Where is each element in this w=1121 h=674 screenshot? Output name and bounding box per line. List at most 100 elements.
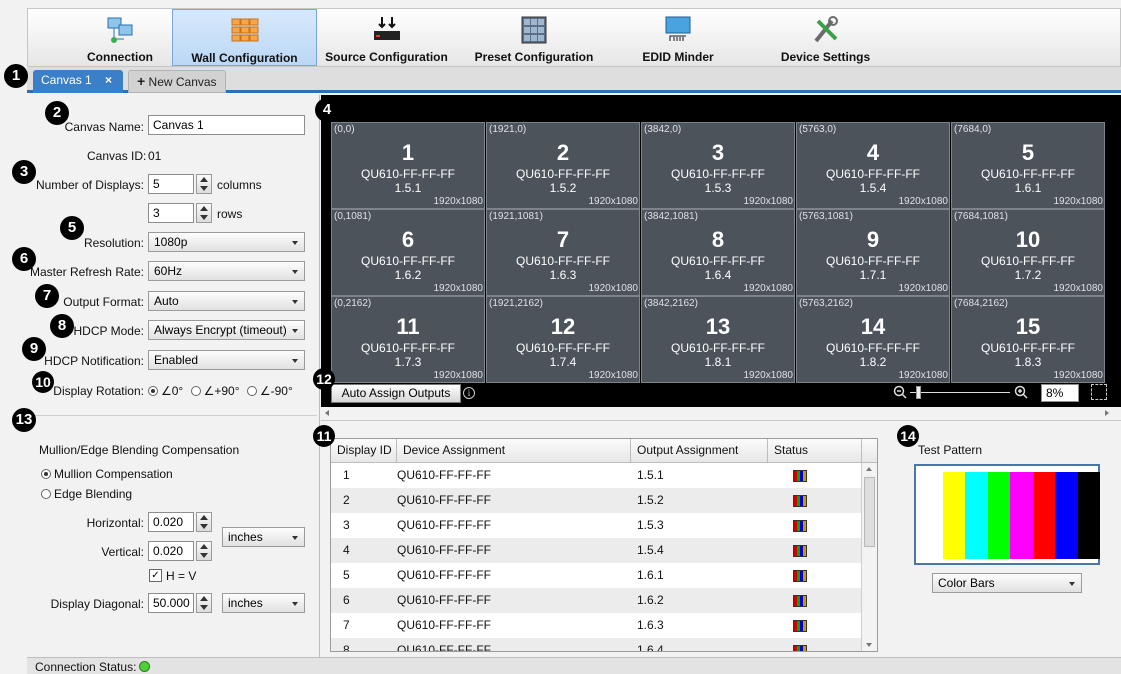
new-canvas-tab[interactable]: + New Canvas [128,70,226,93]
toolbar-wall-configuration-button[interactable]: Wall Configuration [172,9,317,66]
table-row[interactable]: 6 QU610-FF-FF-FF 1.6.2 [331,588,863,613]
table-row[interactable]: 1 QU610-FF-FF-FF 1.5.1 [331,463,863,488]
video-wall-canvas[interactable]: (0,0) 1 QU610-FF-FF-FF 1.5.1 1920x1080 (1921,… [321,95,1121,407]
display-diagonal-stepper[interactable] [196,593,212,613]
table-row[interactable]: 3 QU610-FF-FF-FF 1.5.3 [331,513,863,538]
zoom-level-input[interactable]: 8% [1041,384,1079,402]
display-diagonal-input[interactable]: 50.000 [148,593,194,613]
tile-coordinate: (5763,0) [799,124,837,135]
display-tile[interactable]: (1921,1081) 7 QU610-FF-FF-FF 1.6.3 1920x1080 [486,209,640,296]
color-bar [965,472,988,559]
scroll-down-icon[interactable] [866,643,872,647]
display-tile[interactable]: (3842,1081) 8 QU610-FF-FF-FF 1.6.4 1920x1080 [641,209,795,296]
close-icon[interactable]: × [105,73,112,87]
zoom-slider-thumb[interactable] [916,386,921,399]
table-row[interactable]: 7 QU610-FF-FF-FF 1.6.3 [331,613,863,638]
display-tile[interactable]: (7684,1081) 10 QU610-FF-FF-FF 1.7.2 1920x108… [951,209,1105,296]
zoom-in-icon[interactable] [1014,385,1028,399]
display-tile[interactable]: (1921,2162) 12 QU610-FF-FF-FF 1.7.4 1920x108… [486,296,640,383]
rows-input[interactable]: 3 [148,203,194,223]
toolbar-preset-configuration-button[interactable]: Preset Configuration [464,9,604,66]
display-tile[interactable]: (5763,2162) 14 QU610-FF-FF-FF 1.8.2 1920x108… [796,296,950,383]
scroll-right-icon[interactable] [1105,410,1109,416]
display-tile[interactable]: (1921,0) 2 QU610-FF-FF-FF 1.5.2 1920x1080 [486,122,640,209]
hdcp-notification-select[interactable]: Enabled [148,350,305,370]
toolbar-device-settings-button[interactable]: Device Settings [768,9,883,66]
tile-resolution: 1920x1080 [588,283,639,294]
display-tile[interactable]: (3842,2162) 13 QU610-FF-FF-FF 1.8.1 1920x108… [641,296,795,383]
canvas-settings-panel: Canvas Name: Canvas 1 Canvas ID: 01 Numb… [27,95,320,657]
tile-output: 1.7.1 [859,268,887,282]
scroll-thumb[interactable] [864,477,875,547]
output-format-select[interactable]: Auto [148,291,305,311]
display-tile[interactable]: (0,1081) 6 QU610-FF-FF-FF 1.6.2 1920x1080 [331,209,485,296]
horizontal-input[interactable]: 0.020 [148,512,194,532]
auto-assign-outputs-button[interactable]: Auto Assign Outputs [331,384,461,403]
canvas-name-input[interactable]: Canvas 1 [148,115,305,135]
vertical-input[interactable]: 0.020 [148,541,194,561]
column-header-device-assignment[interactable]: Device Assignment [397,439,631,463]
table-row[interactable]: 8 QU610-FF-FF-FF 1.6.4 [331,638,863,651]
resolution-select[interactable]: 1080p [148,232,305,252]
tile-output: 1.6.2 [394,268,422,282]
tile-number: 9 [866,227,880,252]
connection-status-icon [139,661,150,672]
horizontal-stepper[interactable] [196,512,212,532]
table-row[interactable]: 4 QU610-FF-FF-FF 1.5.4 [331,538,863,563]
color-bar [1077,472,1100,559]
refresh-rate-select[interactable]: 60Hz [148,261,305,281]
scroll-up-icon[interactable] [866,467,872,471]
rotation-minus90-radio[interactable]: ∠-90° [246,384,293,398]
rotation-0-radio[interactable]: ∠0° [148,384,183,398]
toolbar-connection-button[interactable]: Connection [70,9,170,66]
column-header-status[interactable]: Status [768,439,862,463]
tile-output: 1.7.4 [549,355,577,369]
toolbar-source-configuration-button[interactable]: Source Configuration [319,9,454,66]
callout-badge-10: 10 [32,371,54,393]
rows-stepper[interactable] [196,203,212,223]
display-tile[interactable]: (7684,2162) 15 QU610-FF-FF-FF 1.8.3 1920x108… [951,296,1105,383]
rotation-plus90-radio[interactable]: ∠+90° [190,384,240,398]
h-equals-v-label: H = V [166,569,197,583]
zoom-out-icon[interactable] [893,385,907,399]
column-header-display-id[interactable]: Display ID [331,439,397,463]
test-pattern-select[interactable]: Color Bars [932,573,1082,593]
display-tile[interactable]: (5763,0) 4 QU610-FF-FF-FF 1.5.4 1920x1080 [796,122,950,209]
display-tile[interactable]: (0,0) 1 QU610-FF-FF-FF 1.5.1 1920x1080 [331,122,485,209]
device-cell: QU610-FF-FF-FF [397,593,491,607]
scroll-left-icon[interactable] [325,410,329,416]
mullion-compensation-radio[interactable]: Mullion Compensation [41,467,173,481]
vertical-stepper[interactable] [196,541,212,561]
display-tile[interactable]: (3842,0) 3 QU610-FF-FF-FF 1.5.3 1920x1080 [641,122,795,209]
fit-to-screen-icon[interactable] [1091,384,1107,400]
hdcp-mode-select[interactable]: Always Encrypt (timeout) [148,320,305,340]
tab-canvas-1[interactable]: Canvas 1 × [33,70,123,93]
table-row[interactable]: 2 QU610-FF-FF-FF 1.5.2 [331,488,863,513]
radio-dot-icon [246,386,257,396]
mullion-section-title: Mullion/Edge Blending Compensation [39,443,240,457]
display-id-cell: 7 [343,618,350,632]
tile-number: 11 [396,314,420,339]
tile-number: 14 [860,314,886,339]
columns-stepper[interactable] [196,174,212,194]
h-equals-v-checkbox[interactable]: ✓ [149,569,162,582]
column-header-output-assignment[interactable]: Output Assignment [631,439,768,463]
diagonal-unit-select[interactable]: inches [222,593,305,613]
table-vertical-scrollbar[interactable] [861,463,877,651]
edge-blending-radio[interactable]: Edge Blending [41,487,132,501]
table-row[interactable]: 5 QU610-FF-FF-FF 1.6.1 [331,563,863,588]
toolbar-edid-minder-button[interactable]: EDID Minder [628,9,728,66]
app-window: 1 2 3 4 5 6 7 8 9 10 11 12 13 14 Connect… [0,0,1121,674]
display-tile[interactable]: (7684,0) 5 QU610-FF-FF-FF 1.6.1 1920x1080 [951,122,1105,209]
display-id-cell: 5 [343,568,350,582]
info-icon[interactable]: i [463,387,475,399]
canvas-horizontal-scrollbar[interactable] [321,407,1121,421]
zoom-slider-track[interactable] [910,392,1010,393]
display-rotation-label: Display Rotation: [53,384,144,398]
display-tile[interactable]: (5763,1081) 9 QU610-FF-FF-FF 1.7.1 1920x1080 [796,209,950,296]
mullion-unit-select[interactable]: inches [222,527,305,547]
display-tile[interactable]: (0,2162) 11 QU610-FF-FF-FF 1.7.3 1920x1080 [331,296,485,383]
tile-device: QU610-FF-FF-FF [826,167,920,181]
columns-input[interactable]: 5 [148,174,194,194]
refresh-rate-label: Master Refresh Rate: [29,265,144,279]
